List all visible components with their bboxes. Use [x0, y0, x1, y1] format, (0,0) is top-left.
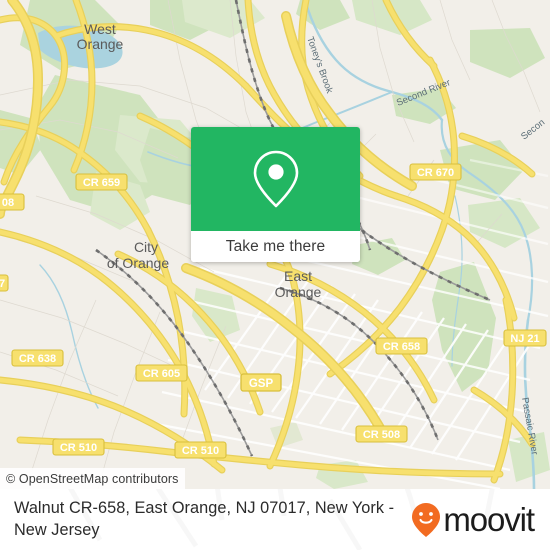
svg-text:CR 605: CR 605: [143, 368, 180, 380]
road-shield: CR 658: [375, 337, 428, 355]
svg-text:GSP: GSP: [249, 378, 274, 390]
svg-text:CR 508: CR 508: [363, 429, 400, 441]
svg-text:CR 659: CR 659: [83, 177, 120, 189]
place-label: East: [284, 268, 312, 284]
place-label: Orange: [77, 36, 124, 52]
place-label: of Orange: [107, 255, 169, 271]
road-shield: CR 659: [75, 173, 128, 191]
screenshot-root: .rdmaj{stroke:#f7e06e;fill:none;stroke-l…: [0, 0, 550, 550]
attribution-text: © OpenStreetMap contributors: [6, 471, 179, 486]
place-label: West: [84, 21, 116, 37]
road-shield: CR 510: [174, 441, 227, 459]
location-title: Walnut CR-658, East Orange, NJ 07017, Ne…: [14, 498, 395, 539]
footer-content: Walnut CR-658, East Orange, NJ 07017, Ne…: [0, 489, 550, 550]
road-shield: 08: [0, 193, 25, 211]
svg-text:CR 510: CR 510: [182, 445, 219, 457]
svg-text:7: 7: [0, 278, 5, 290]
road-shield: CR 670: [409, 163, 462, 181]
road-shield: NJ 21: [503, 329, 547, 347]
svg-text:CR 670: CR 670: [417, 167, 454, 179]
road-shield: CR 638: [11, 349, 64, 367]
moovit-wordmark: moovit: [443, 501, 535, 538]
moovit-logo: moovit: [411, 502, 540, 538]
road-shield: GSP: [240, 373, 282, 392]
footer-bar: Walnut CR-658, East Orange, NJ 07017, Ne…: [0, 489, 550, 550]
take-me-there-label: Take me there: [225, 237, 326, 255]
road-shield: CR 510: [52, 438, 105, 456]
place-label: Orange: [275, 284, 322, 300]
svg-text:CR 510: CR 510: [60, 442, 97, 454]
take-me-there-card[interactable]: Take me there: [191, 127, 360, 262]
road-shield: 7: [0, 274, 9, 292]
place-label: City: [134, 239, 158, 255]
svg-text:NJ 21: NJ 21: [510, 333, 539, 345]
svg-text:CR 638: CR 638: [19, 353, 56, 365]
card-action-area[interactable]: Take me there: [191, 231, 360, 262]
moovit-pin-icon: [412, 502, 441, 537]
road-shield: CR 605: [135, 364, 188, 382]
card-icon-area: [191, 127, 360, 231]
map-pin-icon: [253, 150, 298, 208]
road-shield: CR 508: [355, 425, 408, 443]
svg-text:CR 658: CR 658: [383, 341, 420, 353]
map-attribution: © OpenStreetMap contributors: [0, 468, 185, 489]
svg-text:08: 08: [2, 197, 14, 209]
